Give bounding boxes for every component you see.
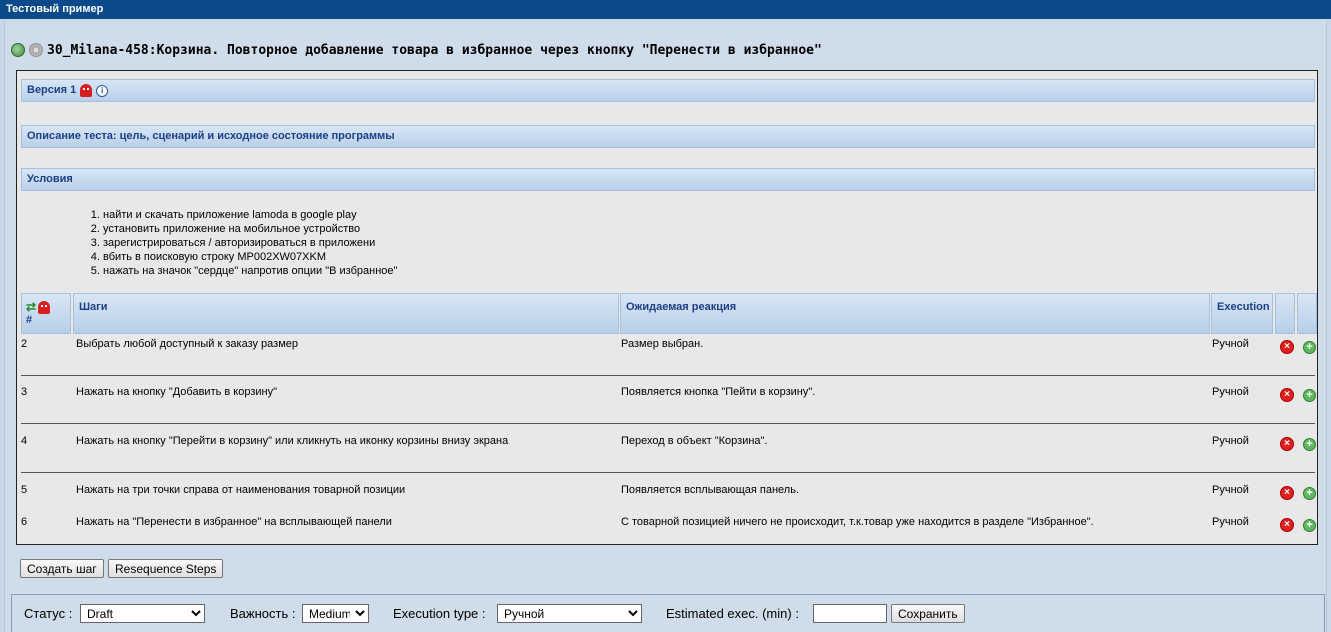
add-step-icon[interactable]: + (1303, 438, 1316, 451)
column-header-num-label: # (26, 314, 33, 326)
estimated-exec-label: Estimated exec. (min) : (666, 606, 799, 621)
execution-type-label: Execution type : (393, 606, 486, 621)
condition-item: вбить в поисковую строку MP002XW07XKM (103, 250, 397, 264)
table-row: 4 Нажать на кнопку "Перейти в корзину" и… (21, 435, 1316, 475)
step-expected: С товарной позицией ничего не происходит… (621, 516, 1094, 528)
step-action: Нажать на три точки справа от наименован… (76, 484, 406, 496)
reorder-icon[interactable]: ⇄ (26, 300, 36, 314)
version-label: Версия 1 (27, 84, 77, 96)
delete-step-icon[interactable]: × (1280, 486, 1294, 500)
page-title: 30_Milana-458:Корзина. Повторное добавле… (47, 42, 822, 58)
step-execution: Ручной (1212, 386, 1249, 398)
step-number: 6 (21, 516, 28, 528)
row-divider (21, 375, 1315, 376)
description-header: Описание теста: цель, сценарий и исходно… (21, 125, 1315, 148)
version-header: Версия 1 i (21, 79, 1315, 102)
table-row: 5 Нажать на три точки справа от наименов… (21, 484, 1316, 512)
step-expected: Появляется всплывающая панель. (621, 484, 800, 496)
delete-step-icon[interactable]: × (1280, 340, 1294, 354)
step-action: Нажать на "Перенести в избранное" на всп… (76, 516, 392, 528)
conditions-label: Условия (27, 173, 73, 185)
create-step-button[interactable]: Создать шаг (20, 559, 104, 578)
column-header-num: ⇄ # (21, 293, 71, 334)
column-header-add (1297, 293, 1317, 334)
conditions-header: Условия (21, 168, 1315, 191)
delete-step-icon[interactable]: × (1280, 388, 1294, 402)
table-row: 2 Выбрать любой доступный к заказу разме… (21, 338, 1316, 378)
step-expected: Появляется кнопка "Пейти в корзину". (621, 386, 816, 398)
step-execution: Ручной (1212, 516, 1249, 528)
step-number: 3 (21, 386, 28, 398)
condition-item: нажать на значок "сердце" напротив опции… (103, 264, 397, 278)
description-label: Описание теста: цель, сценарий и исходно… (27, 130, 395, 142)
info-icon[interactable]: i (96, 84, 109, 97)
resequence-steps-button[interactable]: Resequence Steps (108, 559, 224, 578)
step-expected: Размер выбран. (621, 338, 704, 350)
step-action: Нажать на кнопку "Добавить в корзину" (76, 386, 278, 398)
importance-select[interactable]: Medium (302, 604, 369, 623)
step-action: Нажать на кнопку "Перейти в корзину" или… (76, 435, 509, 447)
add-step-icon[interactable]: + (1303, 519, 1316, 532)
add-step-icon[interactable]: + (1303, 389, 1316, 402)
gear-icon[interactable] (29, 43, 43, 57)
delete-step-icon[interactable]: × (1280, 518, 1294, 532)
table-row: 3 Нажать на кнопку "Добавить в корзину" … (21, 386, 1316, 426)
conditions-list: найти и скачать приложение lamoda в goog… (83, 208, 397, 278)
status-select[interactable]: Draft (80, 604, 205, 623)
edit-icon[interactable] (11, 43, 25, 57)
window-title: Тестовый пример (0, 0, 1331, 19)
test-case-panel: Версия 1 i Описание теста: цель, сценари… (16, 70, 1318, 545)
test-case-properties-bar: Статус : Draft Важность : Medium Executi… (11, 594, 1325, 632)
column-header-expected[interactable]: Ожидаемая реакция (620, 293, 1210, 334)
ghost-icon[interactable] (38, 300, 51, 314)
step-execution: Ручной (1212, 484, 1249, 496)
column-header-execution[interactable]: Execution (1211, 293, 1273, 334)
step-number: 2 (21, 338, 28, 350)
row-divider (21, 423, 1315, 424)
step-number: 4 (21, 435, 28, 447)
test-case-page: 30_Milana-458:Корзина. Повторное добавле… (4, 21, 1327, 632)
status-label: Статус : (24, 606, 73, 621)
delete-step-icon[interactable]: × (1280, 437, 1294, 451)
step-expected: Переход в объект "Корзина". (621, 435, 768, 447)
estimated-exec-input[interactable] (813, 604, 887, 623)
ghost-icon[interactable] (80, 84, 93, 97)
step-execution: Ручной (1212, 338, 1249, 350)
importance-label: Важность : (230, 606, 296, 621)
step-number: 5 (21, 484, 28, 496)
condition-item: зарегистрироваться / авторизироваться в … (103, 236, 397, 250)
row-divider (21, 472, 1315, 473)
condition-item: установить приложение на мобильное устро… (103, 222, 397, 236)
execution-type-select[interactable]: Ручной (497, 604, 642, 623)
column-header-steps[interactable]: Шаги (73, 293, 619, 334)
step-execution: Ручной (1212, 435, 1249, 447)
test-case-heading: 30_Milana-458:Корзина. Повторное добавле… (11, 41, 822, 59)
condition-item: найти и скачать приложение lamoda в goog… (103, 208, 397, 222)
table-row: 6 Нажать на "Перенести в избранное" на в… (21, 516, 1316, 544)
save-button[interactable]: Сохранить (891, 604, 965, 623)
column-header-delete (1275, 293, 1295, 334)
add-step-icon[interactable]: + (1303, 487, 1316, 500)
add-step-icon[interactable]: + (1303, 341, 1316, 354)
step-action: Выбрать любой доступный к заказу размер (76, 338, 298, 350)
